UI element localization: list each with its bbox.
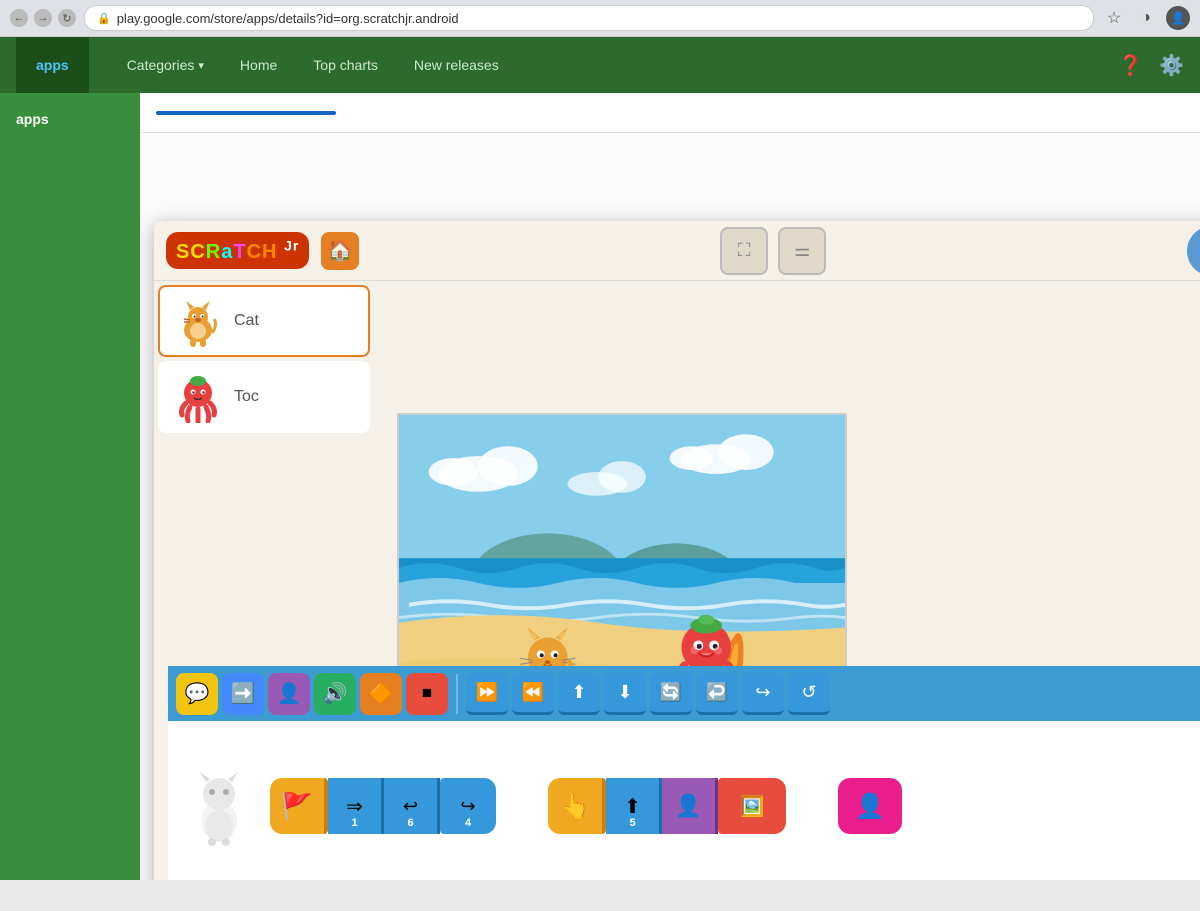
motion-grow[interactable]: ↪ — [742, 673, 784, 715]
address-bar[interactable]: 🔒 play.google.com/store/apps/details?id=… — [84, 5, 1094, 31]
nav-home[interactable]: Home — [222, 37, 295, 93]
cat-sprite — [172, 295, 224, 347]
account-button[interactable]: 👤 — [1166, 6, 1190, 30]
settings-icon[interactable]: ⚙️ — [1159, 53, 1184, 78]
motion-down[interactable]: ⬇ — [604, 673, 646, 715]
grid-button[interactable]: ⚌ — [778, 227, 826, 275]
motion-shrink[interactable]: ↺ — [788, 673, 830, 715]
back-button[interactable]: ← — [10, 9, 28, 27]
scratchjr-logo-area: SCRaTCH Jr — [166, 232, 309, 269]
block-label-4: 4 — [465, 817, 471, 829]
header-center-controls: ⛶ ⚌ — [720, 227, 826, 275]
forward-button[interactable]: → — [34, 9, 52, 27]
nav-links: Categories ▾ Home Top charts New release… — [109, 37, 1119, 93]
browser-controls: ← → ↻ — [10, 9, 76, 27]
apps-label: apps — [36, 57, 69, 73]
block-pink-person[interactable]: 👤 — [838, 778, 902, 834]
block-label-6: 6 — [407, 817, 413, 829]
cat-sprite-svg — [172, 295, 224, 347]
scratch-logo-text: SCRaTCH Jr — [176, 241, 299, 263]
code-workspace: 🚩 ⇒ 1 ↩ 6 ↪ 4 — [168, 721, 1200, 880]
block-label-1: 1 — [351, 817, 357, 829]
blocks-toolbar: 💬 ➡️ 👤 🔊 🔶 ⏹ ⏩ ⏪ ⬆ ⬇ 🔄 ↩️ ↪ ↺ ↩ ↪ — [168, 666, 1200, 721]
night-mode-button[interactable]: ◑ — [1134, 6, 1158, 30]
scratchjr-header: SCRaTCH Jr 🏠 ⛶ ⚌ ⟳ ⚑ — [154, 221, 1200, 281]
scratch-logo-bg: SCRaTCH Jr — [166, 232, 309, 269]
workspace-cat-sprite — [184, 766, 254, 846]
block-move-up-5[interactable]: ⬆ 5 — [606, 778, 662, 834]
browser-actions: ☆ ◑ 👤 — [1102, 6, 1190, 30]
reload-button[interactable]: ↻ — [58, 9, 76, 27]
code-sequence-2: 👆 ⬆ 5 👤 🖼️ — [548, 778, 786, 834]
motion-backward[interactable]: ⏪ — [512, 673, 554, 715]
block-cat-looks[interactable]: 👤 — [268, 673, 310, 715]
nav-new-releases[interactable]: New releases — [396, 37, 517, 93]
block-cat-sound[interactable]: 🔊 — [314, 673, 356, 715]
resize-button[interactable]: ⛶ — [720, 227, 768, 275]
block-cat-motion[interactable]: ➡️ — [222, 673, 264, 715]
block-person[interactable]: 👤 — [662, 778, 718, 834]
block-turn-4[interactable]: ↪ 4 — [440, 778, 496, 834]
workspace-sprite-svg — [184, 766, 254, 846]
block-label-5: 5 — [629, 817, 635, 829]
nav-right-icons: ❓ ⚙️ — [1118, 53, 1184, 78]
page-content: apps SCRaTCH Jr 🏠 — [0, 93, 1200, 880]
code-sequence-3: 👤 — [838, 778, 902, 834]
motion-forward[interactable]: ⏩ — [466, 673, 508, 715]
toc-sprite-svg — [172, 371, 224, 423]
gplay-navigation: apps Categories ▾ Home Top charts New re… — [0, 37, 1200, 93]
undo-button[interactable]: ⟳ — [1187, 226, 1200, 276]
sidebar-apps-title: apps — [8, 105, 132, 133]
nav-top-charts[interactable]: Top charts — [295, 37, 396, 93]
help-icon[interactable]: ❓ — [1118, 53, 1143, 78]
toolbar-divider — [456, 674, 458, 714]
block-cat-end[interactable]: ⏹ — [406, 673, 448, 715]
app-header — [140, 93, 1200, 133]
progress-indicator — [156, 111, 336, 115]
motion-spin-ccw[interactable]: ↩️ — [696, 673, 738, 715]
right-controls: ⟳ ⚑ — [1187, 226, 1200, 276]
nav-categories[interactable]: Categories ▾ — [109, 37, 222, 93]
motion-up[interactable]: ⬆ — [558, 673, 600, 715]
browser-chrome: ← → ↻ 🔒 play.google.com/store/apps/detai… — [0, 0, 1200, 37]
character-toc[interactable]: Toc — [158, 361, 370, 433]
scratchjr-app-window: SCRaTCH Jr 🏠 ⛶ ⚌ ⟳ ⚑ — [154, 221, 1200, 880]
trigger-tap[interactable]: 👆 — [548, 778, 606, 834]
home-button[interactable]: 🏠 — [321, 232, 359, 270]
motion-spin-cw[interactable]: 🔄 — [650, 673, 692, 715]
block-move-1[interactable]: ⇒ 1 — [328, 778, 384, 834]
code-sequence-1: 🚩 ⇒ 1 ↩ 6 ↪ 4 — [270, 778, 496, 834]
block-cat-control[interactable]: 🔶 — [360, 673, 402, 715]
trigger-flag[interactable]: 🚩 — [270, 778, 328, 834]
toc-label: Toc — [234, 388, 259, 406]
gplay-logo: apps — [16, 37, 89, 93]
block-scene[interactable]: 🖼️ — [718, 778, 786, 834]
main-content: SCRaTCH Jr 🏠 ⛶ ⚌ ⟳ ⚑ — [140, 93, 1200, 880]
toc-sprite — [172, 371, 224, 423]
lock-icon: 🔒 — [97, 12, 111, 25]
character-cat[interactable]: Cat — [158, 285, 370, 357]
address-text: play.google.com/store/apps/details?id=or… — [117, 11, 459, 26]
block-turn-6[interactable]: ↩ 6 — [384, 778, 440, 834]
browser-titlebar: ← → ↻ 🔒 play.google.com/store/apps/detai… — [0, 0, 1200, 36]
block-cat-events[interactable]: 💬 — [176, 673, 218, 715]
left-sidebar: apps — [0, 93, 140, 880]
cat-label: Cat — [234, 312, 259, 330]
bookmark-button[interactable]: ☆ — [1102, 6, 1126, 30]
characters-panel: Cat — [154, 281, 374, 437]
